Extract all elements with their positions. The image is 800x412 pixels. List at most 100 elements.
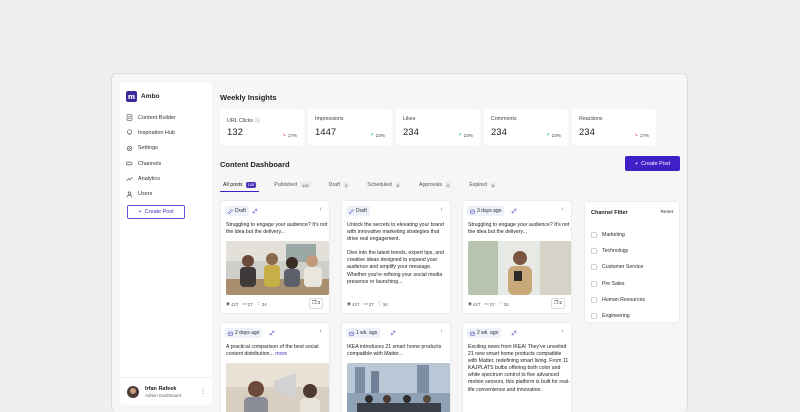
post-card[interactable]: 2 wk. ago ··· Exciting news from IKEA! T… <box>462 322 572 412</box>
copy-count: 2 <box>559 301 562 306</box>
kpi-label: Impressions <box>315 116 344 122</box>
kpi-delta-value: 17% <box>639 132 649 138</box>
views-count: 427 <box>230 301 239 307</box>
plus-icon: + <box>634 160 639 167</box>
more-icon[interactable]: ··· <box>317 207 323 210</box>
tab-published[interactable]: Published 142 <box>271 178 313 192</box>
checkbox[interactable] <box>591 264 597 271</box>
kpi-delta: ↗ 23% <box>546 132 561 138</box>
info-icon[interactable]: ⓘ <box>254 118 259 124</box>
filter-title: Channel Filter <box>591 210 628 216</box>
kpi-row: URL Clicks ⓘ 132 ↘ 17% Impressions 1447 ↗… <box>220 109 656 145</box>
more-icon[interactable]: ··· <box>438 207 444 210</box>
sidebar-item-label: Analytics <box>138 175 161 182</box>
copy-icon: ❐ <box>554 301 559 306</box>
create-post-button[interactable]: + Create Post <box>625 156 680 171</box>
post-tabs: All posts 143 Published 142 Draft 2 Schedul… <box>220 178 682 192</box>
brand[interactable]: m Ambo <box>126 91 159 102</box>
link-icon[interactable] <box>390 330 396 336</box>
trend-down-icon: ↘ <box>281 132 286 137</box>
more-icon[interactable]: ··· <box>559 207 565 210</box>
filter-item-human-resources[interactable]: Human Resources <box>591 292 645 308</box>
likes-stat: ♡ 34 <box>257 301 267 307</box>
post-card[interactable]: Draft ··· Struggling to engage your audi… <box>220 200 330 314</box>
post-image <box>226 363 329 412</box>
post-card[interactable]: Draft ··· Unlock the secrets to elevatin… <box>341 200 451 314</box>
filter-item-marketing[interactable]: Marketing <box>591 227 645 243</box>
filter-item-pre-sales[interactable]: Pre Sales <box>591 276 645 292</box>
dashboard-title: Content Dashboard <box>220 160 290 169</box>
kpi-label: Comments <box>491 116 517 122</box>
checkbox[interactable] <box>591 232 597 239</box>
thumbs-up-icon: ♡ <box>498 301 503 306</box>
app-name: Ambo <box>141 93 160 100</box>
sidebar-item-settings[interactable]: Settings <box>126 141 208 156</box>
filter-item-customer-service[interactable]: Customer Service <box>591 259 645 275</box>
link-icon[interactable] <box>252 208 258 214</box>
filter-item-engineering[interactable]: Engineering <box>591 308 645 324</box>
filter-label: Human Resources <box>602 296 645 303</box>
sidebar-item-users[interactable]: Users <box>126 186 208 201</box>
link-icon[interactable] <box>511 330 517 336</box>
sidebar-item-channels[interactable]: Channels <box>126 156 208 171</box>
link-icon[interactable] <box>269 330 275 336</box>
post-text: IKEA introduces 21 smart home products c… <box>347 344 442 358</box>
post-card[interactable]: 3 days ago ··· Struggling to engage your… <box>462 200 572 314</box>
more-icon[interactable]: ··· <box>438 329 444 332</box>
trend-down-icon: ↘ <box>633 132 638 137</box>
tab-label: Published <box>274 182 298 188</box>
sidebar-item-label: Settings <box>138 145 158 152</box>
copy-count-badge[interactable]: ❐ 3 <box>309 298 323 309</box>
kpi-delta: ↗ 23% <box>458 132 473 138</box>
user-profile[interactable]: Irfan Rafeek Admin Dashboard ⋮ <box>120 377 212 405</box>
avatar <box>127 385 139 398</box>
post-card[interactable]: 1 wk. ago ··· IKEA introduces 21 smart h… <box>341 322 451 412</box>
tab-approvals[interactable]: Approvals 0 <box>416 178 454 192</box>
sidebar-item-label: Content Builder <box>138 114 176 121</box>
tab-scheduled[interactable]: Scheduled 8 <box>364 178 404 192</box>
filter-list: Marketing Technology Customer Service Pr… <box>591 227 645 324</box>
tab-expired[interactable]: Expired 8 <box>466 178 499 192</box>
sidebar-item-label: Users <box>138 191 153 198</box>
more-icon[interactable]: ··· <box>317 329 323 332</box>
copy-count-badge[interactable]: ❐ 2 <box>551 298 565 309</box>
chip-label: 3 days ago <box>477 208 502 214</box>
link-icon[interactable] <box>511 208 517 214</box>
sidebar-create-post-button[interactable]: + Create Post <box>127 205 185 219</box>
kpi-label: Reactions <box>579 116 603 122</box>
status-chip: 2 wk. ago <box>467 328 502 338</box>
bulb-icon <box>126 129 133 136</box>
sidebar-item-inspiration-hub[interactable]: Inspiration Hub <box>126 125 208 140</box>
sidebar-item-analytics[interactable]: Analytics <box>126 171 208 186</box>
status-chip: 3 days ago <box>467 206 505 216</box>
checkbox[interactable] <box>591 248 597 255</box>
user-role: Admin Dashboard <box>145 392 182 398</box>
sidebar-item-content-builder[interactable]: Content Builder <box>126 110 208 125</box>
tab-label: Draft <box>328 182 341 188</box>
content-icon <box>126 114 133 121</box>
more-vertical-icon[interactable]: ⋮ <box>200 388 206 395</box>
checkbox[interactable] <box>591 313 597 320</box>
kpi-card-url-clicks: URL Clicks ⓘ 132 ↘ 17% <box>220 109 304 145</box>
more-link[interactable]: more <box>275 351 287 357</box>
insights-title: Weekly Insights <box>220 93 277 102</box>
reset-button[interactable]: Reset <box>660 210 673 215</box>
kpi-value: 234 <box>403 127 419 138</box>
chart-icon <box>126 175 133 182</box>
filter-item-technology[interactable]: Technology <box>591 243 645 259</box>
kpi-value: 1447 <box>315 127 337 138</box>
tab-label: All posts <box>223 181 243 188</box>
more-icon[interactable]: ··· <box>559 329 565 332</box>
kpi-delta-value: 23% <box>463 132 473 138</box>
chip-label: 2 days ago <box>235 330 260 336</box>
post-text-intro: Unlock the secrets to elevating your bra… <box>347 222 444 243</box>
post-card[interactable]: 2 days ago ··· A practical comparison of… <box>220 322 330 412</box>
checkbox[interactable] <box>591 296 597 303</box>
filter-label: Technology <box>602 248 629 255</box>
tab-all-posts[interactable]: All posts 143 <box>220 178 260 192</box>
tab-draft[interactable]: Draft 2 <box>326 178 352 192</box>
plus-icon: + <box>138 209 142 215</box>
calendar-icon <box>228 331 233 336</box>
likes-stat: ♡ 34 <box>378 301 388 307</box>
checkbox[interactable] <box>591 280 597 287</box>
